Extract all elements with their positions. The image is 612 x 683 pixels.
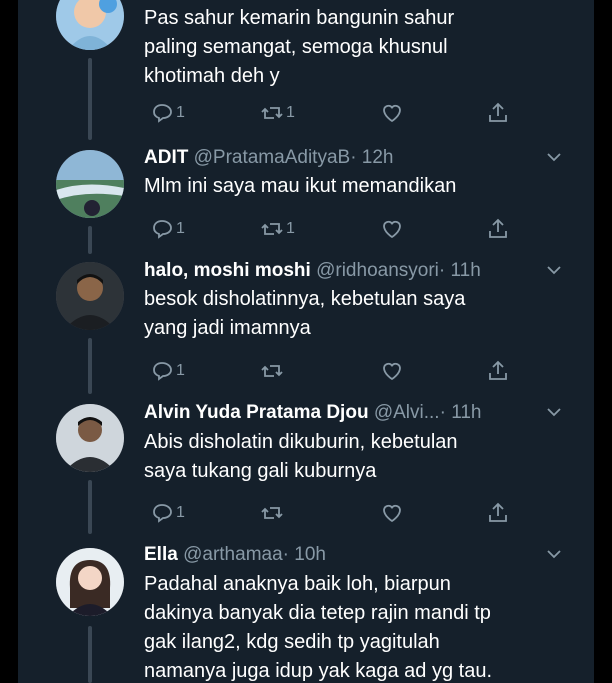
heart-icon — [383, 220, 401, 239]
display-name[interactable]: Alvin Yuda Pratama Djou — [144, 402, 369, 423]
reply-icon — [153, 220, 172, 239]
share-icon — [489, 502, 507, 522]
like-button[interactable] — [380, 98, 404, 128]
user-handle[interactable]: @ridhoansyori — [316, 260, 439, 281]
thread-line — [88, 480, 92, 534]
chevron-down-icon[interactable] — [546, 264, 562, 276]
retweet-icon — [261, 107, 283, 119]
tweet[interactable]: halo, moshi moshi @ridhoansyori· 11h bes… — [18, 254, 594, 394]
heart-icon — [383, 104, 401, 123]
tweet-header: ADIT @PratamaAdityaB· 12h — [144, 145, 584, 171]
retweet-button[interactable] — [260, 356, 286, 386]
tweet-actions: 1 — [144, 356, 524, 386]
thread-line — [88, 226, 92, 254]
tweet[interactable]: Alvin Yuda Pratama Djou @Alvi...· 11h Ab… — [18, 394, 594, 534]
user-handle[interactable]: @Alvi... — [374, 402, 440, 423]
retweet-button[interactable]: 1 — [260, 98, 295, 128]
girl-avatar[interactable] — [56, 548, 124, 616]
thread-line — [88, 58, 92, 140]
tweet-text-line: saya tukang gali kuburnya — [144, 460, 377, 482]
display-name[interactable]: Ella — [144, 544, 178, 565]
share-icon — [489, 102, 507, 122]
reply-button[interactable]: 1 — [150, 214, 185, 244]
tweet-text: Mlm ini saya mau ikut memandikan — [144, 172, 564, 201]
tweet-actions: 1 1 — [144, 98, 524, 128]
share-button[interactable] — [486, 498, 510, 528]
thread-line — [88, 626, 92, 683]
thread-line — [88, 338, 92, 394]
tweet-text-line: Mlm ini saya mau ikut memandikan — [144, 175, 457, 197]
tweet-thread: Pas sahur kemarin bangunin sahur paling … — [18, 0, 594, 683]
chevron-down-icon[interactable] — [546, 406, 562, 418]
reply-button[interactable]: 1 — [150, 98, 185, 128]
tweet-actions: 1 1 — [144, 214, 524, 244]
reply-icon — [153, 504, 172, 523]
timestamp[interactable]: · 11h — [439, 260, 481, 281]
retweet-button[interactable]: 1 — [260, 214, 295, 244]
reply-button[interactable]: 1 — [150, 498, 185, 528]
landscape-avatar[interactable] — [56, 150, 124, 218]
tweet[interactable]: Pas sahur kemarin bangunin sahur paling … — [18, 0, 594, 140]
reply-button[interactable]: 1 — [150, 356, 185, 386]
like-button[interactable] — [380, 498, 404, 528]
share-icon — [489, 218, 507, 238]
tweet-text-line: namanya juga idup yak kaga ad yg tau. — [144, 660, 493, 682]
tweet-text: Pas sahur kemarin bangunin sahur paling … — [144, 4, 564, 91]
tweet-text-line: yang jadi imamnya — [144, 317, 311, 339]
tweet-text: Padahal anaknya baik loh, biarpun dakiny… — [144, 570, 564, 683]
reply-count: 1 — [176, 220, 185, 237]
share-button[interactable] — [486, 214, 510, 244]
share-icon — [489, 360, 507, 380]
tweet-header: halo, moshi moshi @ridhoansyori· 11h — [144, 258, 584, 284]
tweet-text-line: khotimah deh y — [144, 65, 280, 87]
retweet-count: 1 — [286, 220, 295, 237]
chevron-down-icon[interactable] — [546, 548, 562, 560]
tweet-header: Ella @arthamaa· 10h — [144, 542, 584, 568]
reply-icon — [153, 104, 172, 123]
timestamp[interactable]: · 11h — [440, 402, 482, 423]
tweet-text-line: Padahal anaknya baik loh, biarpun — [144, 573, 451, 595]
retweet-icon — [261, 507, 283, 519]
heart-icon — [383, 504, 401, 523]
reply-icon — [153, 362, 172, 381]
display-name[interactable]: ADIT — [144, 147, 188, 168]
tweet-text-line: Pas sahur kemarin bangunin sahur — [144, 7, 455, 29]
man-avatar[interactable] — [56, 404, 124, 472]
timestamp[interactable]: · 10h — [283, 544, 326, 565]
tweet-text: besok disholatinnya, kebetulan saya yang… — [144, 285, 564, 343]
tweet-text-line: Abis disholatin dikuburin, kebetulan — [144, 431, 458, 453]
tweet-text-line: paling semangat, semoga khusnul — [144, 36, 448, 58]
timestamp[interactable]: · 12h — [350, 147, 393, 168]
tweet-text-line: gak ilang2, kdg sedih tp yagitulah — [144, 631, 440, 653]
retweet-count: 1 — [286, 104, 295, 121]
reply-count: 1 — [176, 362, 185, 379]
share-button[interactable] — [486, 356, 510, 386]
display-name[interactable]: halo, moshi moshi — [144, 260, 311, 281]
tweet-actions: 1 — [144, 498, 524, 528]
tweet-text: Abis disholatin dikuburin, kebetulan say… — [144, 428, 564, 486]
tweet-text-line: besok disholatinnya, kebetulan saya — [144, 288, 466, 310]
tweet[interactable]: ADIT @PratamaAdityaB· 12h Mlm ini saya m… — [18, 140, 594, 254]
heart-icon — [383, 362, 401, 381]
like-button[interactable] — [380, 214, 404, 244]
reply-count: 1 — [176, 104, 185, 121]
user-handle[interactable]: @PratamaAdityaB — [194, 147, 351, 168]
retweet-button[interactable] — [260, 498, 286, 528]
tweet[interactable]: Ella @arthamaa· 10h Padahal anaknya baik… — [18, 534, 594, 683]
reply-count: 1 — [176, 504, 185, 521]
user-handle[interactable]: @arthamaa — [183, 544, 283, 565]
like-button[interactable] — [380, 356, 404, 386]
share-button[interactable] — [486, 98, 510, 128]
retweet-icon — [261, 365, 283, 377]
man-avatar[interactable] — [56, 262, 124, 330]
tweet-text-line: dakinya banyak dia tetep rajin mandi tp — [144, 602, 491, 624]
child-avatar[interactable] — [56, 0, 124, 50]
chevron-down-icon[interactable] — [546, 151, 562, 163]
retweet-icon — [261, 223, 283, 235]
tweet-header: Alvin Yuda Pratama Djou @Alvi...· 11h — [144, 400, 584, 426]
